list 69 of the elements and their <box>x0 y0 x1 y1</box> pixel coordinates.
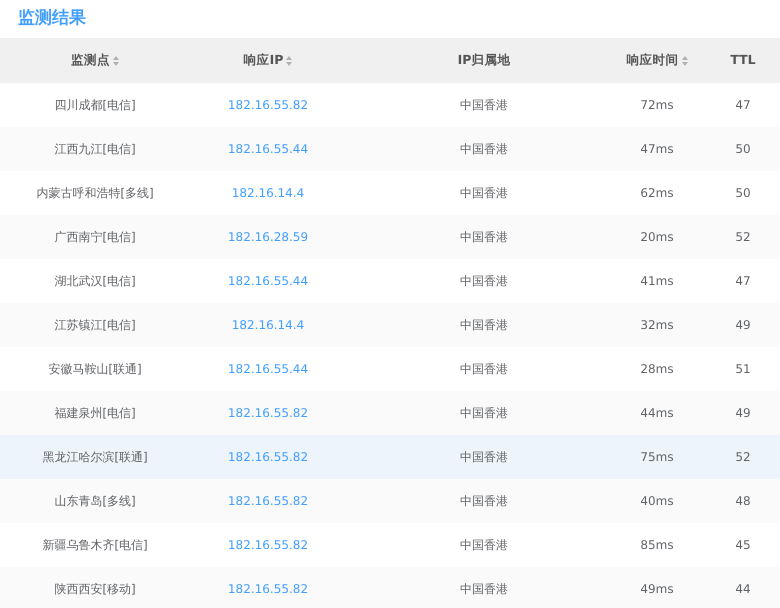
table-cell-text: 内蒙古呼和浩特[多线] <box>36 185 154 202</box>
ip-link[interactable]: 182.16.55.44 <box>228 140 308 158</box>
table-cell-text: 中国香港 <box>460 97 508 114</box>
table-cell-text: 52 <box>735 229 751 246</box>
ip-link[interactable]: 182.16.55.82 <box>228 536 308 554</box>
ip-link[interactable]: 182.16.55.82 <box>228 580 308 598</box>
table-cell-text: 48 <box>735 493 751 510</box>
table-cell-text: 江苏镇江[电信] <box>54 317 136 334</box>
table-cell-text: 中国香港 <box>460 273 508 290</box>
table-cell-text: 49ms <box>640 581 674 598</box>
sort-icon[interactable] <box>682 56 688 66</box>
ip-link[interactable]: 182.16.14.4 <box>232 316 304 334</box>
table-cell-text: 中国香港 <box>460 449 508 466</box>
table-cell-text: 新疆乌鲁木齐[电信] <box>42 537 148 554</box>
table-cell-text: 41ms <box>640 273 674 290</box>
table-cell-text: 20ms <box>640 229 674 246</box>
table-cell-text: 中国香港 <box>460 581 508 598</box>
table-cell-text: 中国香港 <box>460 405 508 422</box>
section-title: 监测结果 <box>18 7 86 30</box>
column-header[interactable]: 响应时间 <box>626 51 678 70</box>
table-cell-text: 中国香港 <box>460 229 508 246</box>
table-cell-text: 黑龙江哈尔滨[联通] <box>42 449 148 466</box>
ip-link[interactable]: 182.16.55.44 <box>228 272 308 290</box>
table-cell-text: 中国香港 <box>460 537 508 554</box>
table-cell-text: 中国香港 <box>460 185 508 202</box>
table-cell-text: 28ms <box>640 361 674 378</box>
table-cell-text: 72ms <box>640 97 674 114</box>
table-cell-text: 47ms <box>640 141 674 158</box>
column-header: TTL <box>730 51 756 70</box>
table-cell-text: 中国香港 <box>460 141 508 158</box>
column-header[interactable]: 监测点 <box>71 51 110 70</box>
table-cell-text: 安徽马鞍山[联通] <box>48 361 142 378</box>
ip-link[interactable]: 182.16.55.82 <box>228 96 308 114</box>
table-cell-text: 中国香港 <box>460 493 508 510</box>
table-cell-text: 44ms <box>640 405 674 422</box>
table-cell-text: 49 <box>735 405 751 422</box>
table-cell-text: 福建泉州[电信] <box>54 405 136 422</box>
table-cell-text: 47 <box>735 97 751 114</box>
table-cell-text: 49 <box>735 317 751 334</box>
table-cell-text: 50 <box>735 141 751 158</box>
table-cell-text: 广西南宁[电信] <box>54 229 136 246</box>
ip-link[interactable]: 182.16.28.59 <box>228 228 308 246</box>
table-cell-text: 62ms <box>640 185 674 202</box>
sort-icon[interactable] <box>113 56 119 66</box>
table-cell-text: 山东青岛[多线] <box>54 493 136 510</box>
table-cell-text: 中国香港 <box>460 361 508 378</box>
table-cell-text: 陕西西安[移动] <box>54 581 136 598</box>
table-cell-text: 85ms <box>640 537 674 554</box>
table-cell-text: 湖北武汉[电信] <box>54 273 136 290</box>
table-cell-text: 45 <box>735 537 751 554</box>
table-cell-text: 江西九江[电信] <box>54 141 136 158</box>
ip-link[interactable]: 182.16.55.44 <box>228 360 308 378</box>
ip-link[interactable]: 182.16.14.4 <box>232 184 304 202</box>
sort-icon[interactable] <box>286 56 292 66</box>
ip-link[interactable]: 182.16.55.82 <box>228 448 308 466</box>
table-cell-text: 40ms <box>640 493 674 510</box>
table-cell-text: 47 <box>735 273 751 290</box>
table-cell-text: 44 <box>735 581 751 598</box>
ip-link[interactable]: 182.16.55.82 <box>228 404 308 422</box>
table-cell-text: 52 <box>735 449 751 466</box>
ip-link[interactable]: 182.16.55.82 <box>228 492 308 510</box>
table-cell-text: 51 <box>735 361 751 378</box>
table-cell-text: 中国香港 <box>460 317 508 334</box>
table-cell-text: 32ms <box>640 317 674 334</box>
table-cell-text: 四川成都[电信] <box>54 97 136 114</box>
table-cell-text: 75ms <box>640 449 674 466</box>
column-header[interactable]: 响应IP <box>244 51 284 70</box>
column-header: IP归属地 <box>458 51 510 70</box>
table-cell-text: 50 <box>735 185 751 202</box>
